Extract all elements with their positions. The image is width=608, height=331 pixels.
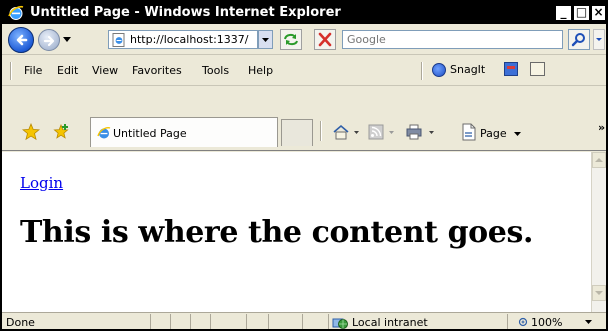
zoom-level: 100%	[531, 316, 563, 329]
login-link[interactable]: Login	[20, 174, 63, 192]
content-heading: This is where the content goes.	[20, 215, 534, 250]
new-tab-button[interactable]	[281, 119, 313, 146]
feeds-icon[interactable]	[368, 123, 398, 141]
page-icon[interactable]	[460, 123, 478, 141]
chevron-down-icon	[596, 38, 602, 41]
chevron-up-icon	[595, 158, 603, 162]
status-bar: Done Local intranet 100%	[2, 312, 606, 329]
menu-tools[interactable]: Tools	[202, 64, 229, 77]
tab-bar: Untitled Page Page »	[2, 87, 606, 151]
close-button[interactable]: ×	[591, 5, 606, 21]
snagit-label: SnagIt	[450, 63, 486, 76]
chevron-down-icon	[595, 291, 603, 295]
ie-logo-icon	[8, 5, 24, 20]
refresh-icon	[284, 33, 298, 46]
status-pane	[210, 314, 211, 329]
status-pane	[246, 314, 247, 329]
back-button[interactable]	[8, 27, 34, 53]
title-bar: Untitled Page - Windows Internet Explore…	[2, 2, 606, 24]
scroll-down-button[interactable]	[592, 285, 606, 301]
address-url: http://localhost:1337/	[130, 33, 249, 46]
zoom-icon	[518, 317, 528, 327]
stop-icon	[318, 32, 332, 47]
more-commands-chevron[interactable]: »	[598, 121, 605, 134]
toolbar-grip[interactable]	[320, 121, 322, 141]
status-pane	[328, 314, 329, 329]
ie-page-icon	[97, 127, 111, 139]
recent-pages-dropdown[interactable]	[63, 37, 71, 42]
address-toolbar: http://localhost:1337/	[2, 24, 606, 55]
menu-help[interactable]: Help	[248, 64, 273, 77]
favorites-star-icon[interactable]	[22, 123, 40, 141]
status-pane	[268, 314, 269, 329]
stop-button[interactable]	[314, 29, 336, 50]
status-pane	[507, 314, 508, 329]
chevron-down-icon	[262, 38, 269, 42]
address-bar[interactable]: http://localhost:1337/	[108, 30, 258, 49]
menu-file[interactable]: File	[24, 64, 42, 77]
search-box[interactable]	[342, 30, 563, 49]
scroll-up-button[interactable]	[592, 152, 606, 168]
search-icon	[571, 33, 585, 47]
snagit-editor-button[interactable]	[530, 62, 545, 76]
toolbar-grip[interactable]	[10, 62, 12, 80]
menu-edit[interactable]: Edit	[57, 64, 78, 77]
vertical-scrollbar[interactable]	[591, 152, 606, 312]
status-pane	[150, 314, 151, 329]
search-input[interactable]	[343, 31, 562, 48]
page-menu-button[interactable]: Page	[480, 127, 507, 140]
print-icon[interactable]	[406, 123, 438, 141]
back-arrow-icon	[16, 34, 28, 46]
search-button[interactable]	[568, 29, 590, 50]
forward-arrow-icon	[43, 35, 55, 47]
page-ie-icon	[112, 33, 125, 47]
intranet-globe-icon	[332, 318, 348, 329]
toolbar-grip[interactable]	[421, 62, 423, 80]
menu-favorites[interactable]: Favorites	[132, 64, 182, 77]
status-text: Done	[6, 316, 35, 329]
menu-view[interactable]: View	[92, 64, 118, 77]
chevron-down-icon[interactable]	[585, 320, 592, 324]
maximize-button[interactable]: □	[573, 5, 590, 21]
status-pane	[170, 314, 171, 329]
status-pane	[190, 314, 191, 329]
chevron-down-icon	[514, 132, 521, 136]
status-pane	[302, 314, 303, 329]
home-icon[interactable]	[332, 123, 362, 141]
search-options-button[interactable]	[593, 29, 605, 50]
zone-label: Local intranet	[352, 316, 428, 329]
snagit-capture-button[interactable]	[504, 62, 518, 76]
minimize-button[interactable]: _	[555, 5, 572, 21]
tab-untitled-page[interactable]: Untitled Page	[90, 117, 278, 147]
browser-window: Untitled Page - Windows Internet Explore…	[0, 0, 608, 331]
refresh-button[interactable]	[280, 29, 302, 50]
forward-button[interactable]	[38, 29, 60, 51]
add-favorite-icon[interactable]	[52, 123, 70, 141]
tab-label: Untitled Page	[113, 127, 187, 140]
page-content: Login This is where the content goes.	[2, 152, 591, 312]
window-title: Untitled Page - Windows Internet Explore…	[30, 5, 341, 20]
address-dropdown-button[interactable]	[258, 30, 273, 49]
menu-bar: File Edit View Favorites Tools Help Snag…	[2, 56, 606, 86]
snagit-icon	[432, 63, 446, 77]
